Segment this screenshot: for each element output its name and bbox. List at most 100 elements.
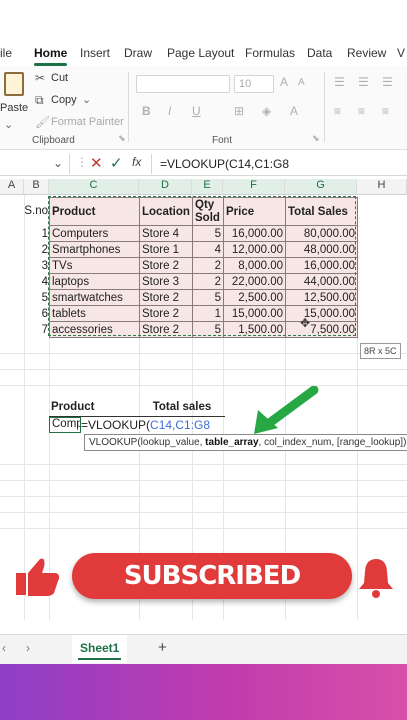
sheet-tab-sheet1[interactable]: Sheet1 (72, 635, 128, 663)
formula-input[interactable]: =VLOOKUP(C14,C1:G8 (160, 157, 289, 171)
column-header-d[interactable]: D (139, 179, 192, 195)
font-name-select[interactable] (136, 75, 230, 93)
cell-price[interactable]: 2,500.00 (223, 289, 286, 306)
cell-price[interactable]: 8,000.00 (223, 257, 286, 274)
cell-product[interactable]: Computers (49, 225, 140, 242)
cell-product[interactable]: laptops (49, 273, 140, 290)
font-size-select[interactable]: 10 (234, 75, 274, 93)
tab-draw[interactable]: Draw (124, 46, 152, 60)
cell-price[interactable]: 15,000.00 (223, 305, 286, 322)
add-sheet-icon[interactable]: + (158, 639, 167, 656)
cell-total[interactable]: 16,000.00 (285, 257, 358, 274)
lookup-product-header[interactable]: Product (49, 401, 139, 417)
sno-cell[interactable]: 5 (24, 292, 48, 304)
cell-product[interactable]: tablets (49, 305, 140, 322)
sno-cell[interactable]: 3 (24, 260, 48, 272)
more-icon[interactable]: ⋮ (76, 155, 88, 169)
tab-file[interactable]: ile (0, 46, 12, 60)
cell-location[interactable]: Store 1 (139, 241, 193, 258)
sno-cell[interactable]: 4 (24, 276, 48, 288)
shrink-font-icon[interactable]: A (298, 77, 305, 88)
name-box[interactable]: ⌄ (0, 154, 70, 174)
sno-cell[interactable]: 1 (24, 228, 48, 240)
cell-total[interactable]: 80,000.00 (285, 225, 358, 242)
italic-button[interactable]: I (168, 104, 171, 118)
column-header-f[interactable]: F (223, 179, 285, 195)
align-bottom-icon[interactable]: ☰ (382, 75, 393, 89)
cell-location[interactable]: Store 3 (139, 273, 193, 290)
tab-view[interactable]: V (397, 46, 405, 60)
borders-icon[interactable]: ⊞ (234, 104, 244, 118)
cut-button[interactable]: Cut (51, 72, 68, 84)
tab-data[interactable]: Data (307, 46, 332, 60)
cancel-icon[interactable]: ✕ (90, 154, 103, 172)
underline-button[interactable]: U (192, 104, 201, 118)
cell-qty[interactable]: 5 (192, 289, 224, 306)
insert-function-icon[interactable]: fx (132, 155, 141, 169)
scroll-right-icon[interactable]: › (26, 641, 30, 655)
sno-cell[interactable]: 6 (24, 308, 48, 320)
align-left-icon[interactable]: ≡ (334, 104, 341, 118)
align-middle-icon[interactable]: ☰ (358, 75, 369, 89)
fill-color-icon[interactable]: ◈ (262, 104, 271, 118)
header-total-sales[interactable]: Total Sales (285, 197, 358, 226)
column-header-b[interactable]: B (24, 179, 49, 195)
sno-cell[interactable]: 7 (24, 324, 48, 336)
column-header-h[interactable]: H (357, 179, 407, 195)
sno-cell[interactable]: 2 (24, 244, 48, 256)
bold-button[interactable]: B (142, 104, 151, 118)
copy-dropdown-icon[interactable]: ⌄ (82, 93, 91, 106)
tab-review[interactable]: Review (347, 46, 386, 60)
align-center-icon[interactable]: ≡ (358, 104, 365, 118)
subscribe-banner[interactable]: SUBSCRIBED (72, 553, 352, 599)
tab-home[interactable]: Home (34, 46, 68, 66)
header-price[interactable]: Price (223, 197, 286, 226)
cell-qty[interactable]: 2 (192, 257, 224, 274)
lookup-product-cell[interactable]: Comp (49, 417, 81, 433)
cell-total[interactable]: 44,000.00 (285, 273, 358, 290)
cell-location[interactable]: Store 2 (139, 305, 193, 322)
align-right-icon[interactable]: ≡ (382, 104, 389, 118)
column-header-e[interactable]: E (192, 179, 223, 195)
cell-product[interactable]: accessories (49, 321, 140, 338)
tab-insert[interactable]: Insert (80, 46, 110, 60)
copy-button[interactable]: Copy (51, 94, 77, 106)
tab-page-layout[interactable]: Page Layout (167, 46, 234, 60)
cell-qty[interactable]: 2 (192, 273, 224, 290)
align-top-icon[interactable]: ☰ (334, 75, 345, 89)
grow-font-icon[interactable]: A (280, 75, 288, 89)
cell-product[interactable]: smartwatches (49, 289, 140, 306)
cell-location[interactable]: Store 4 (139, 225, 193, 242)
cell-total[interactable]: 15,000.00 (285, 305, 358, 322)
header-product[interactable]: Product (49, 197, 140, 226)
cell-total[interactable]: 12,500.00 (285, 289, 358, 306)
cell-price[interactable]: 22,000.00 (223, 273, 286, 290)
lookup-total-header[interactable]: Total sales (139, 401, 225, 417)
tab-formulas[interactable]: Formulas (245, 46, 295, 60)
cell-qty[interactable]: 4 (192, 241, 224, 258)
paste-button[interactable]: Paste (0, 102, 28, 114)
sno-header[interactable]: S.no (24, 205, 48, 217)
paste-icon[interactable] (4, 72, 24, 96)
format-painter-button[interactable]: Format Painter (51, 116, 124, 128)
column-header-a[interactable]: A (0, 179, 24, 195)
cell-product[interactable]: TVs (49, 257, 140, 274)
cell-location[interactable]: Store 2 (139, 257, 193, 274)
clipboard-launcher-icon[interactable]: ⬊ (118, 133, 126, 144)
font-launcher-icon[interactable]: ⬊ (312, 133, 320, 144)
name-box-dropdown-icon[interactable]: ⌄ (53, 156, 63, 170)
cell-location[interactable]: Store 2 (139, 321, 193, 338)
lookup-formula-cell[interactable]: =VLOOKUP(C14,C1:G8 (81, 418, 210, 432)
font-color-icon[interactable]: A (290, 104, 298, 118)
header-qty-sold[interactable]: Qty Sold (192, 197, 224, 226)
cell-price[interactable]: 12,000.00 (223, 241, 286, 258)
cell-product[interactable]: Smartphones (49, 241, 140, 258)
paste-dropdown-icon[interactable]: ⌄ (4, 118, 13, 131)
cell-qty[interactable]: 5 (192, 225, 224, 242)
header-location[interactable]: Location (139, 197, 193, 226)
column-header-g[interactable]: G (285, 179, 357, 195)
cell-qty[interactable]: 5 (192, 321, 224, 338)
cell-location[interactable]: Store 2 (139, 289, 193, 306)
cell-qty[interactable]: 1 (192, 305, 224, 322)
cell-total[interactable]: 48,000.00 (285, 241, 358, 258)
